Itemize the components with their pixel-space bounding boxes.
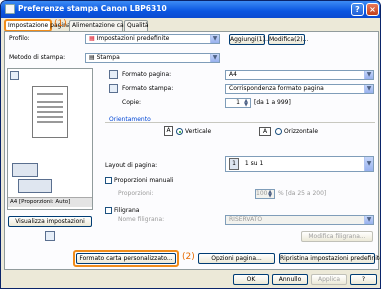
page-layout-select[interactable]: 1 1 su 1 ▼ xyxy=(225,156,374,172)
custom-paper-size-button[interactable]: Formato carta personalizzato... xyxy=(76,253,176,264)
watermark-label: Filigrana xyxy=(114,207,140,214)
landscape-label: Orizzontale xyxy=(284,128,319,135)
output-size-select[interactable]: Corrispondenza formato pagina ▼ xyxy=(225,84,374,94)
page-preview xyxy=(32,86,68,138)
page-options-button[interactable]: Opzioni pagina... xyxy=(198,253,275,264)
chevron-down-icon: ▼ xyxy=(210,35,219,43)
help-title-button[interactable]: ? xyxy=(351,3,364,16)
watermark-checkbox[interactable] xyxy=(105,207,112,214)
portrait-label: Verticale xyxy=(185,128,212,135)
copies-label: Copie: xyxy=(122,99,142,106)
print-preferences-window: Preferenze stampa Canon LBP6310 ? × Impo… xyxy=(0,0,381,289)
chevron-down-icon: ▼ xyxy=(364,85,373,93)
edit-profile-button[interactable]: Modifica(2)... xyxy=(268,34,308,45)
profile-value: Impostazioni predefinite xyxy=(96,35,170,42)
output-size-icon xyxy=(109,84,118,93)
page-size-value: A4 xyxy=(229,71,237,78)
printer-preview-icon xyxy=(12,163,38,177)
profile-icon: ▦ xyxy=(89,35,97,42)
layout-thumb-icon: 1 xyxy=(229,158,239,170)
preview-caption: A4 [Proporzioni: Auto] xyxy=(8,197,92,207)
watermark-value: RISERVATO xyxy=(229,216,263,223)
printer-app-icon xyxy=(5,4,15,14)
add-profile-button[interactable]: Aggiungi(1)... xyxy=(229,34,271,45)
output-size-value: Corrispondenza formato pagina xyxy=(229,85,324,92)
edit-watermark-button[interactable]: Modifica filigrana... xyxy=(301,231,373,242)
page-size-icon xyxy=(109,70,118,79)
watermark-name-label: Nome filigrana: xyxy=(118,216,165,223)
window-title: Preferenze stampa Canon LBP6310 xyxy=(18,4,167,13)
view-settings-button[interactable]: Visualizza impostazioni xyxy=(8,216,92,227)
page-size-select[interactable]: A4 ▼ xyxy=(225,70,374,80)
cancel-button[interactable]: Annullo xyxy=(272,274,308,285)
printer-icon: ▤ xyxy=(89,54,97,61)
scaling-label: Proporzioni: xyxy=(118,190,154,197)
callout-1: (1) xyxy=(54,19,67,29)
tab-quality[interactable]: Qualità xyxy=(124,20,149,31)
chevron-down-icon: ▼ xyxy=(364,157,373,171)
landscape-icon: A xyxy=(259,127,271,136)
landscape-radio[interactable] xyxy=(275,128,282,135)
chevron-down-icon: ▼ xyxy=(210,54,219,62)
scaling-range: % [da 25 a 200] xyxy=(278,190,327,197)
output-method-label: Metodo di stampa: xyxy=(9,54,66,61)
manual-scaling-checkbox[interactable] xyxy=(105,177,112,184)
close-button[interactable]: × xyxy=(366,3,379,16)
callout-2: (2) xyxy=(182,252,195,262)
output-size-label: Formato stampa: xyxy=(122,85,174,92)
settings-icon[interactable] xyxy=(45,231,55,241)
copies-range: [da 1 a 999] xyxy=(254,99,291,106)
paper-tray-icon xyxy=(18,179,52,193)
page-view-icon[interactable] xyxy=(10,71,19,80)
chevron-down-icon: ▼ xyxy=(364,71,373,79)
tab-paper-source[interactable]: Alimentazione carta xyxy=(69,20,132,31)
stepper-arrows-icon[interactable]: ▲ ▼ xyxy=(242,99,250,108)
scaling-stepper[interactable]: 100 ▲ ▼ xyxy=(255,189,275,199)
help-button[interactable]: ? xyxy=(350,274,377,285)
title-bar: Preferenze stampa Canon LBP6310 ? × xyxy=(1,1,380,18)
copies-value: 1 xyxy=(236,99,240,106)
ok-button[interactable]: OK xyxy=(233,274,269,285)
output-method-value: Stampa xyxy=(96,54,120,61)
output-method-select[interactable]: ▤ Stampa ▼ xyxy=(85,53,220,63)
profile-select[interactable]: ▦ Impostazioni predefinite ▼ xyxy=(85,34,220,44)
stepper-arrows-icon: ▲ ▼ xyxy=(268,189,272,199)
preview-area: A4 [Proporzioni: Auto] xyxy=(7,68,93,210)
page-layout-label: Layout di pagina: xyxy=(105,162,158,169)
orientation-divider xyxy=(105,122,375,123)
manual-scaling-label: Proporzioni manuali xyxy=(114,177,174,184)
page-size-label: Formato pagina: xyxy=(122,71,172,78)
portrait-radio[interactable] xyxy=(176,128,183,135)
restore-defaults-button[interactable]: Ripristina impostazioni predefinite xyxy=(279,253,380,264)
apply-button[interactable]: Applica xyxy=(311,274,347,285)
watermark-select[interactable]: RISERVATO ▼ xyxy=(225,215,374,225)
profile-label: Profilo: xyxy=(9,35,30,42)
copies-stepper[interactable]: 1 ▲ ▼ xyxy=(225,98,251,108)
page-layout-value: 1 su 1 xyxy=(244,160,264,167)
portrait-icon: A xyxy=(164,126,173,136)
chevron-down-icon: ▼ xyxy=(364,216,373,224)
